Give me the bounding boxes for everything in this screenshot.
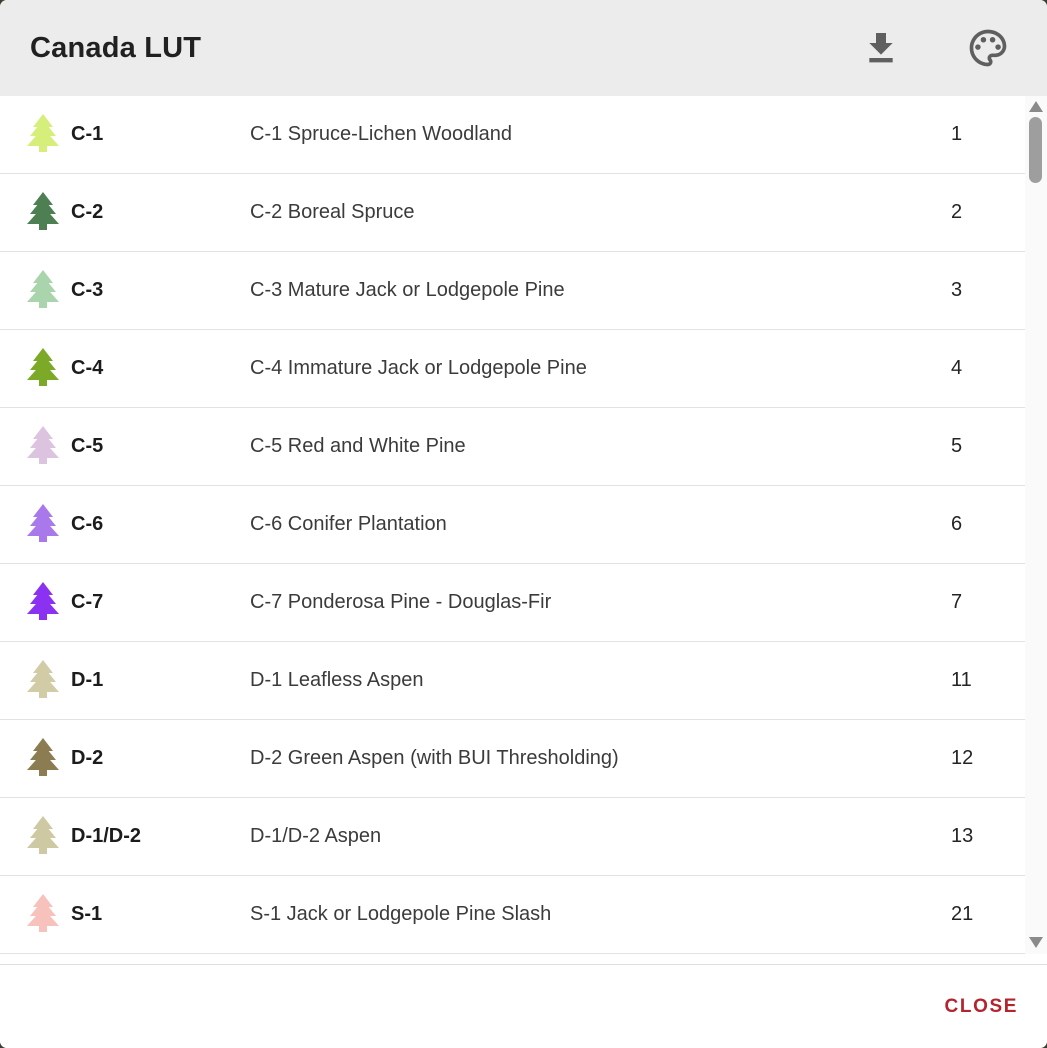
fuel-value: 2	[951, 201, 1025, 224]
table-row[interactable]: D-2 D-2 Green Aspen (with BUI Thresholdi…	[0, 720, 1025, 798]
scrollbar-thumb[interactable]	[1029, 117, 1042, 183]
tree-icon	[27, 816, 59, 858]
table-row[interactable]: C-2 C-2 Boreal Spruce 2	[0, 174, 1025, 252]
fuel-code: C-4	[71, 357, 250, 380]
header-icons	[860, 27, 1009, 69]
fuel-description: C-4 Immature Jack or Lodgepole Pine	[250, 357, 951, 380]
table-row[interactable]: C-7 C-7 Ponderosa Pine - Douglas-Fir 7	[0, 564, 1025, 642]
tree-icon	[27, 738, 59, 780]
fuel-value: 3	[951, 279, 1025, 302]
scroll-up-arrow[interactable]	[1029, 101, 1043, 112]
fuel-value: 21	[951, 903, 1025, 926]
fuel-value: 11	[951, 669, 1025, 692]
tree-icon	[27, 504, 59, 546]
scroll-down-arrow[interactable]	[1029, 937, 1043, 948]
tree-icon	[27, 348, 59, 390]
tree-icon	[27, 426, 59, 468]
tree-icon	[27, 270, 59, 312]
dialog-header: Canada LUT	[0, 0, 1047, 96]
fuel-code: D-2	[71, 747, 250, 770]
canada-lut-dialog: Canada LUT	[0, 0, 1047, 1048]
table-row[interactable]: C-6 C-6 Conifer Plantation 6	[0, 486, 1025, 564]
fuel-code: D-1/D-2	[71, 825, 250, 848]
fuel-description: D-1/D-2 Aspen	[250, 825, 951, 848]
dialog-title: Canada LUT	[30, 32, 860, 65]
table-row[interactable]: D-1/D-2 D-1/D-2 Aspen 13	[0, 798, 1025, 876]
fuel-description: D-1 Leafless Aspen	[250, 669, 951, 692]
fuel-description: S-1 Jack or Lodgepole Pine Slash	[250, 903, 951, 926]
table-row[interactable]: C-5 C-5 Red and White Pine 5	[0, 408, 1025, 486]
dialog-body: C-1 C-1 Spruce-Lichen Woodland 1 C-2 C-2…	[0, 96, 1047, 954]
fuel-value: 12	[951, 747, 1025, 770]
fuel-code: C-7	[71, 591, 250, 614]
tree-icon	[27, 582, 59, 624]
fuel-value: 4	[951, 357, 1025, 380]
fuel-value: 6	[951, 513, 1025, 536]
fuel-list: C-1 C-1 Spruce-Lichen Woodland 1 C-2 C-2…	[0, 96, 1025, 954]
scrollbar[interactable]	[1025, 96, 1047, 954]
fuel-code: C-1	[71, 123, 250, 146]
fuel-code: D-1	[71, 669, 250, 692]
tree-icon	[27, 114, 59, 156]
download-button[interactable]	[860, 27, 902, 69]
palette-icon	[966, 26, 1010, 70]
fuel-code: C-3	[71, 279, 250, 302]
fuel-description: C-6 Conifer Plantation	[250, 513, 951, 536]
close-button[interactable]: CLOSE	[941, 988, 1022, 1026]
fuel-code: S-1	[71, 903, 250, 926]
fuel-value: 1	[951, 123, 1025, 146]
fuel-description: C-1 Spruce-Lichen Woodland	[250, 123, 951, 146]
table-row[interactable]: C-3 C-3 Mature Jack or Lodgepole Pine 3	[0, 252, 1025, 330]
table-row[interactable]: D-1 D-1 Leafless Aspen 11	[0, 642, 1025, 720]
tree-icon	[27, 192, 59, 234]
fuel-description: C-7 Ponderosa Pine - Douglas-Fir	[250, 591, 951, 614]
fuel-code: C-6	[71, 513, 250, 536]
table-row[interactable]: C-1 C-1 Spruce-Lichen Woodland 1	[0, 96, 1025, 174]
tree-icon	[27, 894, 59, 936]
table-row[interactable]: C-4 C-4 Immature Jack or Lodgepole Pine …	[0, 330, 1025, 408]
fuel-description: C-2 Boreal Spruce	[250, 201, 951, 224]
fuel-description: D-2 Green Aspen (with BUI Thresholding)	[250, 747, 951, 770]
dialog-footer: CLOSE	[0, 964, 1047, 1048]
tree-icon	[27, 660, 59, 702]
download-icon	[861, 28, 901, 68]
fuel-value: 7	[951, 591, 1025, 614]
palette-button[interactable]	[967, 27, 1009, 69]
fuel-code: C-2	[71, 201, 250, 224]
fuel-description: C-5 Red and White Pine	[250, 435, 951, 458]
fuel-value: 5	[951, 435, 1025, 458]
fuel-description: C-3 Mature Jack or Lodgepole Pine	[250, 279, 951, 302]
fuel-code: C-5	[71, 435, 250, 458]
fuel-value: 13	[951, 825, 1025, 848]
table-row[interactable]: S-1 S-1 Jack or Lodgepole Pine Slash 21	[0, 876, 1025, 954]
